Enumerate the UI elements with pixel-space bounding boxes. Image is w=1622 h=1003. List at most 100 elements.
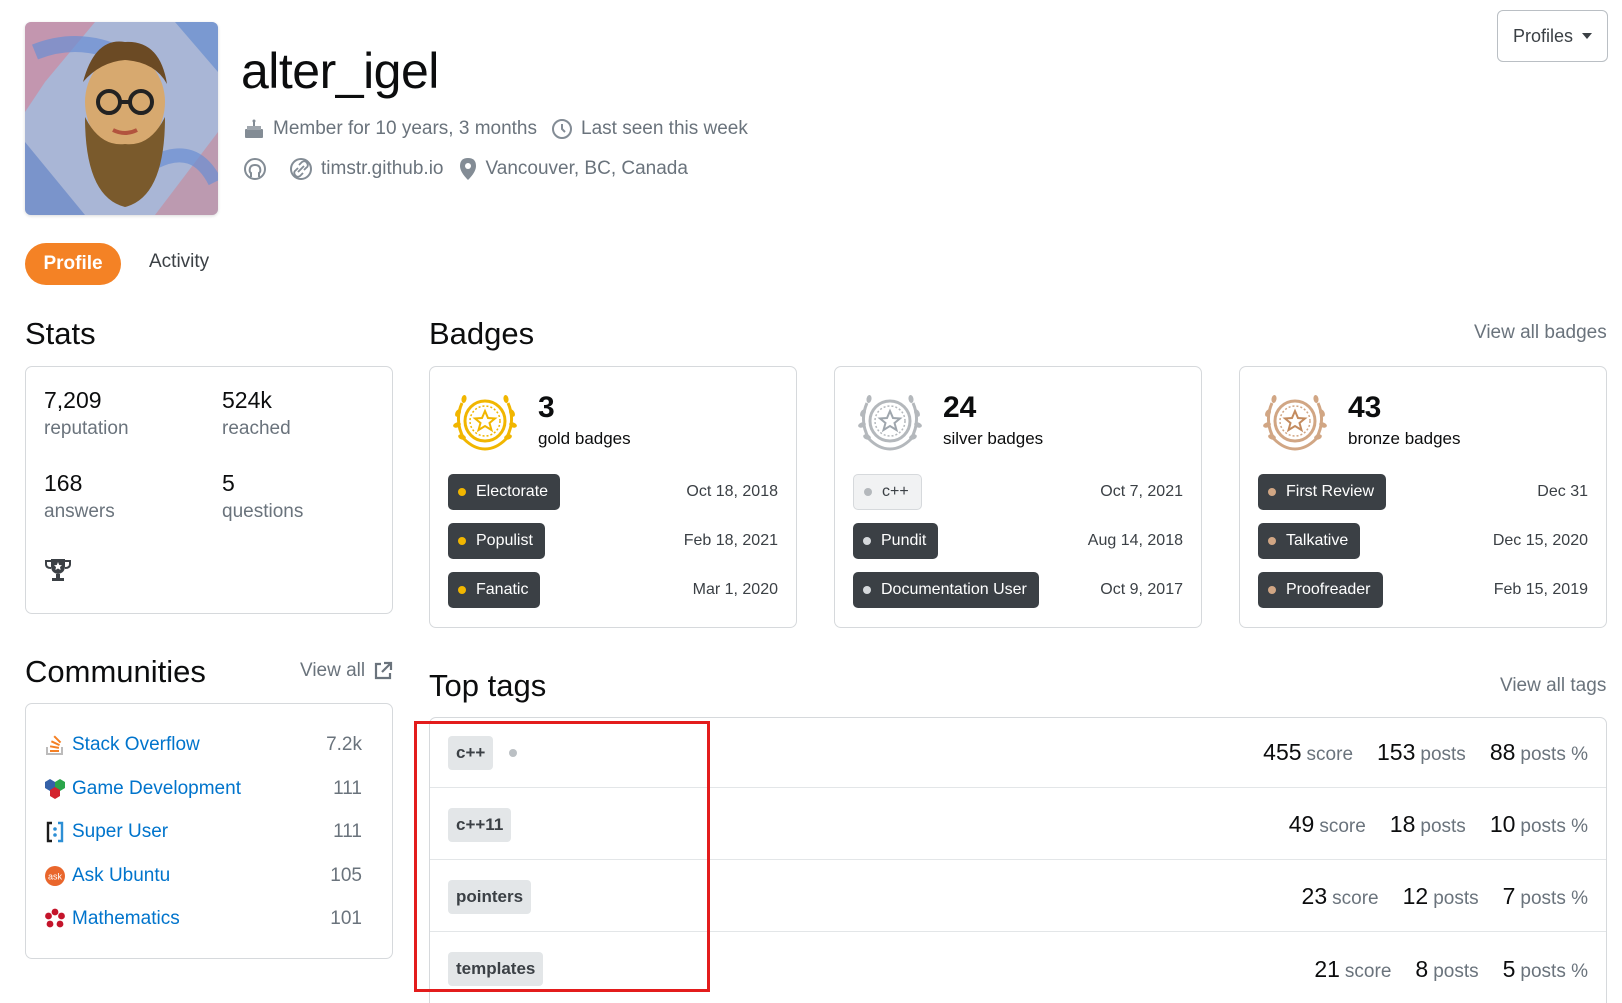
gold-dot-icon xyxy=(458,537,466,545)
badge-name[interactable]: Documentation User xyxy=(881,581,1027,599)
badge-name[interactable]: Talkative xyxy=(1286,532,1348,550)
super-user-icon xyxy=(44,821,66,843)
badge-pill[interactable]: Pundit xyxy=(853,523,939,559)
tag-posts-value: 18 xyxy=(1389,811,1416,837)
tag-chip[interactable]: c++ xyxy=(448,735,494,770)
badge-name[interactable]: c++ xyxy=(882,483,909,501)
badge-name[interactable]: First Review xyxy=(1286,483,1374,501)
location-pin-icon xyxy=(459,158,476,180)
community-name[interactable]: Ask Ubuntu xyxy=(72,865,330,887)
tag-score-value: 23 xyxy=(1301,883,1328,909)
tag-chip[interactable]: pointers xyxy=(448,879,532,914)
badge-pill[interactable]: Proofreader xyxy=(1258,572,1383,608)
tag-posts-value: 12 xyxy=(1402,883,1429,909)
bronze-badge-count: 43 xyxy=(1348,391,1382,424)
community-name[interactable]: Mathematics xyxy=(72,908,330,930)
answers-label: answers xyxy=(44,501,115,522)
tag-left: c++ xyxy=(448,735,518,770)
tag-stats: 21 score 8 posts 5 posts % xyxy=(1290,956,1588,983)
communities-card: Stack Overflow 7.2k Game Development 111… xyxy=(25,703,393,959)
tag-score-value: 21 xyxy=(1314,955,1340,982)
community-item[interactable]: Stack Overflow 7.2k xyxy=(44,730,362,760)
badge-name[interactable]: Fanatic xyxy=(476,581,528,599)
top-tags-card: c++ 455 score 153 posts 88 posts % c++11 49… xyxy=(429,717,1607,1003)
member-meta-row: Member for 10 years, 3 months Last seen … xyxy=(243,118,762,140)
trophy-icon[interactable] xyxy=(44,557,72,583)
bronze-badge-medal-icon xyxy=(1258,387,1332,455)
communities-title: Communities xyxy=(25,654,206,689)
tag-posts-pct-unit: posts % xyxy=(1520,744,1588,765)
tag-score-unit: score xyxy=(1306,744,1354,765)
badge-pill[interactable]: c++ xyxy=(853,474,922,510)
user-avatar xyxy=(25,22,218,215)
community-name[interactable]: Super User xyxy=(72,821,333,843)
badge-pill[interactable]: Populist xyxy=(448,523,545,559)
tag-posts-pct: 5 posts % xyxy=(1503,956,1588,983)
badge-row: Pundit Aug 14, 2018 xyxy=(853,523,1183,559)
username: alter_igel xyxy=(241,43,439,99)
tag-posts-pct-unit: posts % xyxy=(1520,888,1588,909)
cake-icon xyxy=(245,119,263,138)
communities-view-all[interactable]: View all xyxy=(300,660,393,682)
links-meta-row: timstr.github.io Vancouver, BC, Canada xyxy=(243,157,702,181)
gold-badge-label: gold badges xyxy=(538,429,631,448)
website-link[interactable]: timstr.github.io xyxy=(289,157,444,181)
reputation-value: 7,209 xyxy=(44,387,102,413)
tab-profile[interactable]: Profile xyxy=(25,243,121,285)
badge-row: Electorate Oct 18, 2018 xyxy=(448,474,778,510)
community-name[interactable]: Stack Overflow xyxy=(72,734,326,756)
gold-badge-count: 3 xyxy=(538,391,555,424)
link-icon xyxy=(290,158,312,180)
tag-posts: 18 posts xyxy=(1390,811,1466,838)
member-since-text: Member for 10 years, 3 months xyxy=(273,118,537,139)
community-item[interactable]: Super User 111 xyxy=(44,817,362,847)
badge-pill[interactable]: Documentation User xyxy=(853,572,1039,608)
community-name[interactable]: Game Development xyxy=(72,778,333,800)
silver-badge-count: 24 xyxy=(943,391,977,424)
profiles-dropdown-button[interactable]: Profiles xyxy=(1497,10,1608,62)
external-link-icon[interactable] xyxy=(373,661,393,681)
tag-chip[interactable]: c++11 xyxy=(448,807,512,842)
tag-posts-unit: posts xyxy=(1433,960,1479,982)
stack-overflow-icon xyxy=(44,734,66,756)
silver-tag-badge-dot-icon xyxy=(509,748,518,757)
stats-card: 7,209 reputation 524k reached 168 answer… xyxy=(25,366,393,614)
silver-badge-medal-icon xyxy=(853,387,927,455)
silver-dot-icon xyxy=(863,586,871,594)
badge-name[interactable]: Populist xyxy=(476,532,533,550)
github-icon[interactable] xyxy=(243,157,267,181)
tag-chip[interactable]: templates xyxy=(448,952,544,986)
tab-activity[interactable]: Activity xyxy=(149,251,209,273)
badge-name[interactable]: Pundit xyxy=(881,532,926,550)
view-all-badges-link[interactable]: View all badges xyxy=(1474,322,1607,344)
badge-date: Feb 18, 2021 xyxy=(683,532,778,549)
badge-pill[interactable]: Talkative xyxy=(1258,523,1361,559)
view-all-tags-link[interactable]: View all tags xyxy=(1500,675,1606,697)
badge-pill[interactable]: Fanatic xyxy=(448,572,541,608)
community-item[interactable]: Game Development 111 xyxy=(44,774,362,804)
badge-name[interactable]: Electorate xyxy=(476,483,548,501)
community-item[interactable]: ask Ask Ubuntu 105 xyxy=(44,861,362,891)
badge-date: Oct 7, 2021 xyxy=(1100,483,1183,500)
communities-view-all-label[interactable]: View all xyxy=(300,660,365,682)
community-item[interactable]: Mathematics 101 xyxy=(44,904,362,934)
tag-stats: 23 score 12 posts 7 posts % xyxy=(1278,883,1588,910)
badge-row: First Review Dec 31 xyxy=(1258,474,1588,510)
badge-row: Talkative Dec 15, 2020 xyxy=(1258,523,1588,559)
badge-pill[interactable]: First Review xyxy=(1258,474,1387,510)
badge-pill[interactable]: Electorate xyxy=(448,474,561,510)
tag-stats: 49 score 18 posts 10 posts % xyxy=(1265,811,1588,838)
tag-score-unit: score xyxy=(1332,888,1379,909)
silver-dot-icon xyxy=(863,537,871,545)
tag-score-value: 455 xyxy=(1263,739,1302,765)
website-text[interactable]: timstr.github.io xyxy=(321,158,444,180)
tag-score: 21 score xyxy=(1314,956,1391,983)
github-link[interactable] xyxy=(243,157,275,181)
last-seen-text: Last seen this week xyxy=(581,118,748,139)
tag-score-unit: score xyxy=(1344,960,1392,982)
badge-date: Aug 14, 2018 xyxy=(1087,532,1183,549)
ask-ubuntu-icon: ask xyxy=(44,865,66,887)
reputation-label: reputation xyxy=(44,418,129,439)
mathematics-icon xyxy=(44,908,66,930)
badge-name[interactable]: Proofreader xyxy=(1286,581,1371,599)
